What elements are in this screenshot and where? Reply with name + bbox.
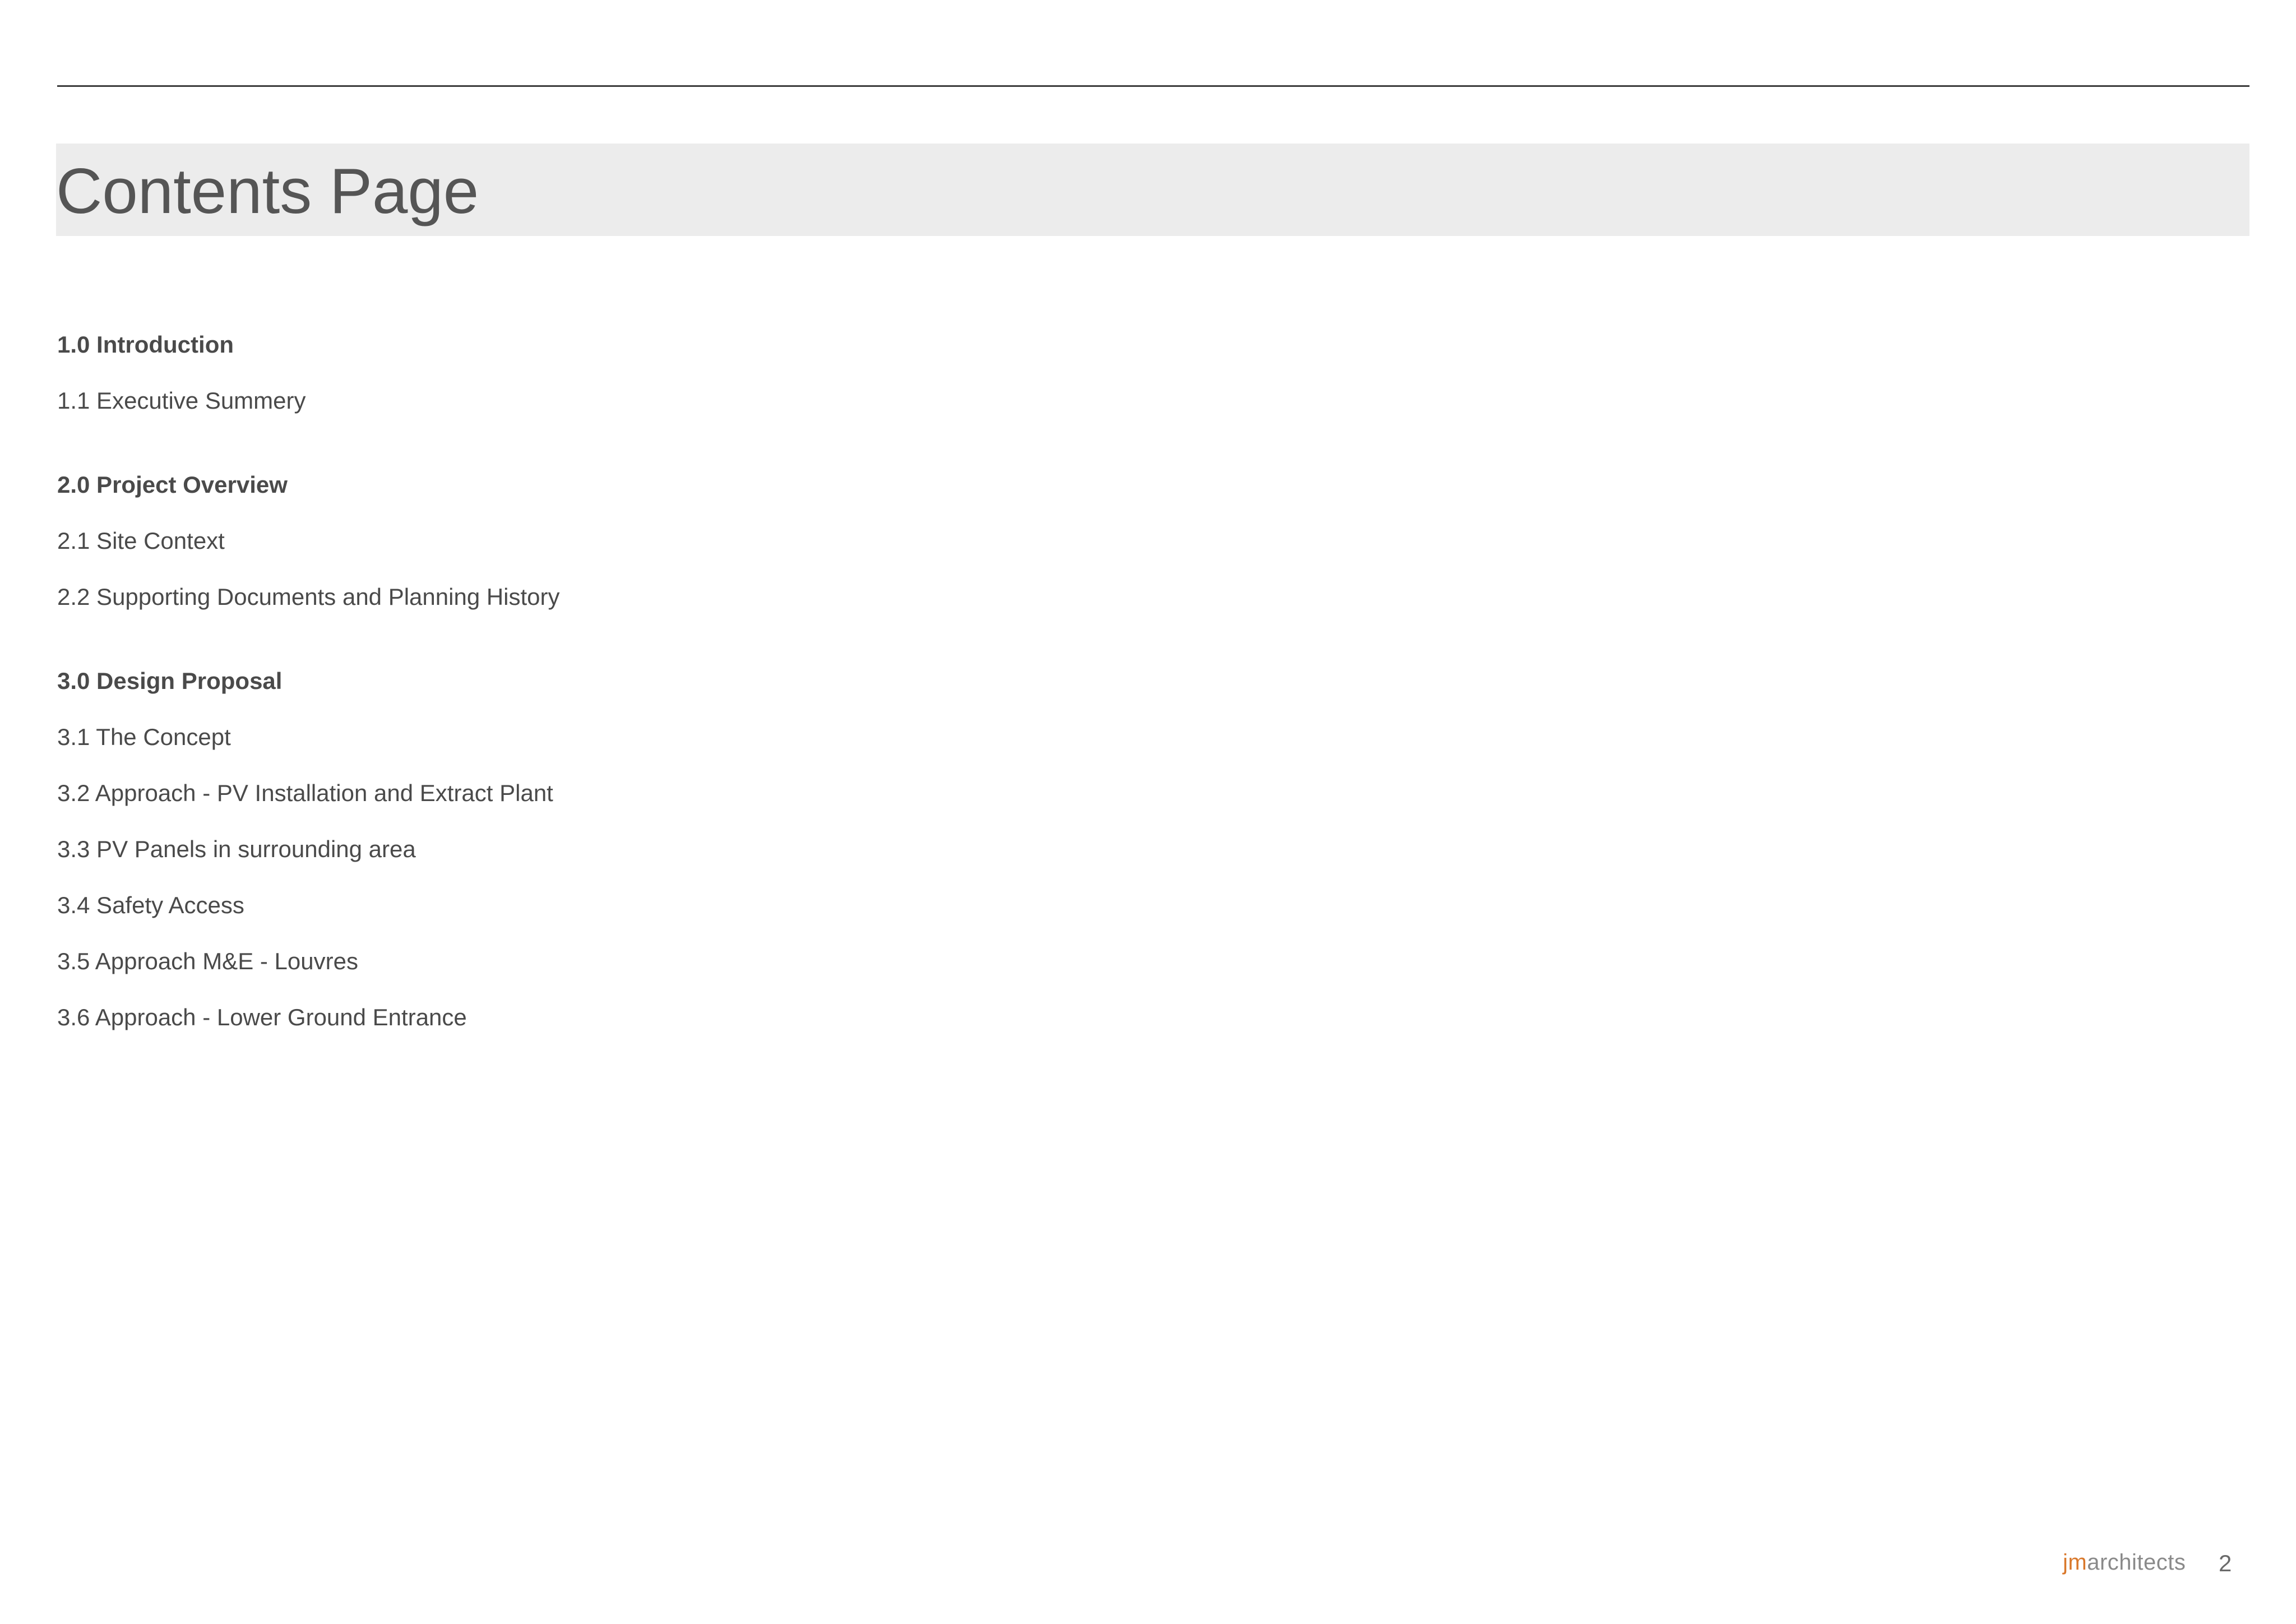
table-of-contents: 1.0 Introduction 1.1 Executive Summery 2… [57,0,1178,1121]
page-number: 2 [2219,1550,2232,1576]
company-logo: jmarchitects [2063,1548,2186,1576]
toc-item-lower-ground-entrance[interactable]: 3.6 Approach - Lower Ground Entrance [57,1003,467,1031]
toc-item-the-concept[interactable]: 3.1 The Concept [57,723,231,751]
toc-item-pv-panels[interactable]: 3.3 PV Panels in surrounding area [57,835,416,863]
toc-section-design-proposal[interactable]: 3.0 Design Proposal [57,667,282,695]
toc-section-project-overview[interactable]: 2.0 Project Overview [57,471,288,499]
toc-item-supporting-documents[interactable]: 2.2 Supporting Documents and Planning Hi… [57,583,560,611]
toc-item-pv-installation[interactable]: 3.2 Approach - PV Installation and Extra… [57,779,553,807]
toc-item-executive-summary[interactable]: 1.1 Executive Summery [57,387,306,415]
toc-section-introduction[interactable]: 1.0 Introduction [57,331,234,359]
toc-item-safety-access[interactable]: 3.4 Safety Access [57,891,244,919]
toc-item-site-context[interactable]: 2.1 Site Context [57,527,225,555]
logo-suffix: architects [2087,1550,2186,1575]
logo-prefix: jm [2063,1550,2087,1575]
toc-item-louvres[interactable]: 3.5 Approach M&E - Louvres [57,947,358,975]
